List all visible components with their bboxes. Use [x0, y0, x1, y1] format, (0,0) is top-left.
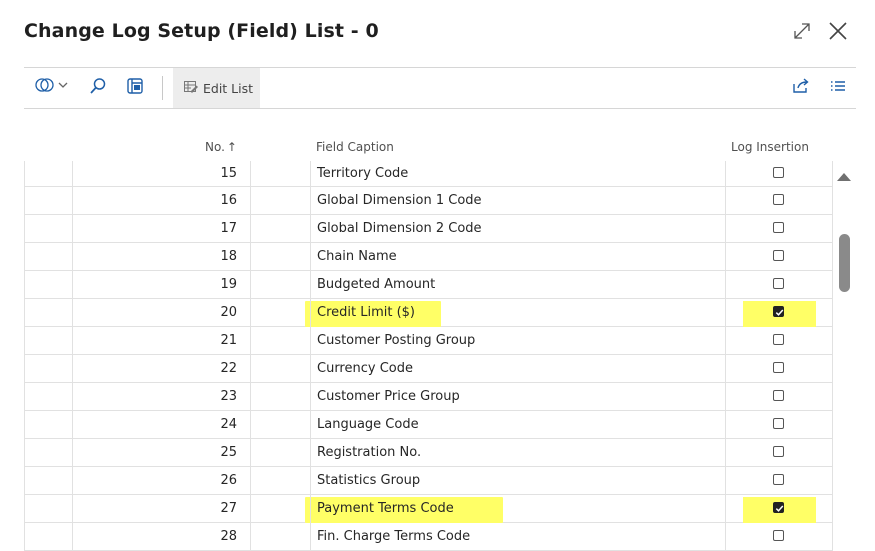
- grid-line: [310, 161, 311, 551]
- grid-line: [24, 161, 25, 551]
- log-insertion-checkbox[interactable]: [773, 502, 784, 513]
- scroll-up-icon[interactable]: [837, 173, 851, 181]
- share-icon: [791, 76, 811, 101]
- cell-field-caption: Credit Limit ($): [317, 305, 416, 320]
- action-toolbar: Edit List: [24, 67, 856, 109]
- column-header-no[interactable]: No. ↑: [205, 140, 237, 154]
- table-row[interactable]: 27 Payment Terms Code: [24, 495, 832, 523]
- cell-field-caption: Global Dimension 1 Code: [317, 193, 482, 208]
- log-insertion-checkbox[interactable]: [773, 362, 784, 373]
- table-row[interactable]: 15 Territory Code: [24, 161, 832, 187]
- sort-ascending-icon: ↑: [226, 140, 237, 154]
- log-insertion-checkbox[interactable]: [773, 222, 784, 233]
- table-row[interactable]: 20 Credit Limit ($): [24, 299, 832, 327]
- cell-field-no: 27: [220, 501, 237, 516]
- filter-pane-icon: [34, 76, 70, 101]
- grid-line: [725, 161, 726, 551]
- edit-list-label: Edit List: [203, 80, 254, 96]
- log-insertion-checkbox[interactable]: [773, 474, 784, 485]
- cell-field-no: 21: [220, 333, 237, 348]
- cell-field-no: 24: [220, 417, 237, 432]
- cell-field-no: 16: [220, 193, 237, 208]
- column-list-icon: [829, 77, 847, 100]
- list-view-button[interactable]: [121, 68, 149, 108]
- grid-line: [250, 161, 251, 551]
- expand-icon[interactable]: [791, 20, 813, 42]
- column-header-log-insertion[interactable]: Log Insertion: [731, 140, 809, 154]
- log-insertion-checkbox[interactable]: [773, 334, 784, 345]
- search-button[interactable]: [84, 68, 112, 108]
- table-row[interactable]: 25 Registration No.: [24, 439, 832, 467]
- vertical-scrollbar[interactable]: [833, 161, 855, 551]
- share-button[interactable]: [788, 68, 814, 108]
- cell-field-caption: Payment Terms Code: [317, 501, 454, 516]
- log-insertion-checkbox[interactable]: [773, 530, 784, 541]
- scroll-thumb[interactable]: [839, 234, 850, 292]
- cell-field-no: 19: [220, 277, 237, 292]
- log-insertion-checkbox[interactable]: [773, 167, 784, 178]
- list-view-icon: [125, 76, 145, 101]
- log-insertion-checkbox[interactable]: [773, 446, 784, 457]
- edit-list-button[interactable]: Edit List: [173, 68, 260, 108]
- cell-field-caption: Customer Price Group: [317, 389, 460, 404]
- log-insertion-checkbox[interactable]: [773, 306, 784, 317]
- table-row[interactable]: 28 Fin. Charge Terms Code: [24, 523, 832, 551]
- column-header-no-label: No.: [205, 140, 225, 154]
- cell-field-no: 15: [220, 166, 237, 181]
- table-row[interactable]: 24 Language Code: [24, 411, 832, 439]
- toolbar-divider: [162, 76, 163, 100]
- cell-field-no: 20: [220, 305, 237, 320]
- close-icon[interactable]: [827, 20, 849, 42]
- table-row[interactable]: 16 Global Dimension 1 Code: [24, 187, 832, 215]
- cell-field-caption: Fin. Charge Terms Code: [317, 529, 471, 544]
- table-row[interactable]: 21 Customer Posting Group: [24, 327, 832, 355]
- search-icon: [88, 76, 108, 101]
- table-row[interactable]: 19 Budgeted Amount: [24, 271, 832, 299]
- cell-field-no: 22: [220, 361, 237, 376]
- cell-field-no: 18: [220, 249, 237, 264]
- grid-line: [72, 161, 73, 551]
- cell-field-no: 17: [220, 221, 237, 236]
- table-row[interactable]: 18 Chain Name: [24, 243, 832, 271]
- edit-list-icon: [183, 79, 199, 98]
- log-insertion-checkbox[interactable]: [773, 194, 784, 205]
- log-insertion-checkbox[interactable]: [773, 418, 784, 429]
- column-header-field-caption[interactable]: Field Caption: [316, 140, 394, 154]
- cell-field-caption: Currency Code: [317, 361, 413, 376]
- page-title: Change Log Setup (Field) List - 0: [24, 20, 379, 42]
- column-list-button[interactable]: [825, 68, 851, 108]
- filter-pane-button[interactable]: [32, 68, 72, 108]
- cell-field-no: 26: [220, 473, 237, 488]
- cell-field-no: 23: [220, 389, 237, 404]
- log-insertion-checkbox[interactable]: [773, 250, 784, 261]
- cell-field-caption: Territory Code: [317, 166, 409, 181]
- data-grid: 15 Territory Code 16 Global Dimension 1 Cod…: [24, 161, 832, 551]
- cell-field-caption: Statistics Group: [317, 473, 421, 488]
- cell-field-caption: Customer Posting Group: [317, 333, 476, 348]
- log-insertion-checkbox[interactable]: [773, 390, 784, 401]
- cell-field-no: 28: [220, 529, 237, 544]
- table-row[interactable]: 23 Customer Price Group: [24, 383, 832, 411]
- cell-field-caption: Registration No.: [317, 445, 422, 460]
- cell-field-caption: Language Code: [317, 417, 419, 432]
- table-row[interactable]: 22 Currency Code: [24, 355, 832, 383]
- table-row[interactable]: 17 Global Dimension 2 Code: [24, 215, 832, 243]
- cell-field-caption: Global Dimension 2 Code: [317, 221, 482, 236]
- table-row[interactable]: 26 Statistics Group: [24, 467, 832, 495]
- log-insertion-checkbox[interactable]: [773, 278, 784, 289]
- cell-field-caption: Budgeted Amount: [317, 277, 436, 292]
- cell-field-caption: Chain Name: [317, 249, 397, 264]
- cell-field-no: 25: [220, 445, 237, 460]
